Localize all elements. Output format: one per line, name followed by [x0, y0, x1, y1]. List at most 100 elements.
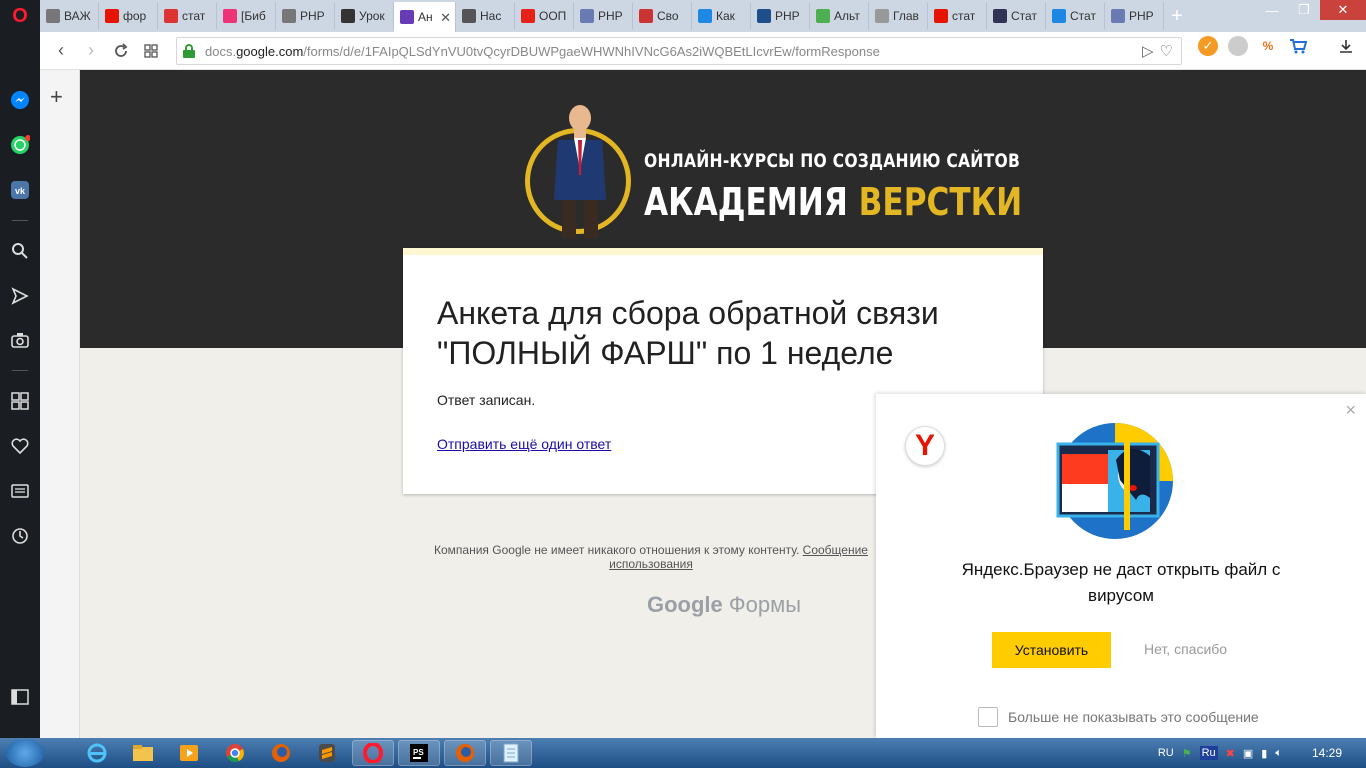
brand-google: Google — [647, 592, 723, 617]
start-button[interactable] — [6, 739, 44, 767]
youtube-icon — [521, 9, 535, 23]
url-domain: google.com — [236, 43, 304, 59]
whatsapp-icon[interactable] — [9, 134, 31, 156]
notepad-icon[interactable] — [490, 740, 532, 766]
logo-subtitle: ОНЛАЙН-КУРСЫ ПО СОЗДАНИЮ САЙТОВ — [644, 150, 1021, 172]
submit-another-response-link[interactable]: Отправить ещё один ответ — [437, 436, 611, 452]
network-warning-icon[interactable]: ✖ — [1226, 747, 1235, 760]
logo-title-word2: ВЕРСТКИ — [858, 180, 1023, 224]
tab[interactable]: PHP — [1105, 2, 1164, 30]
file-explorer-icon[interactable] — [122, 740, 164, 766]
camera-icon[interactable] — [9, 329, 31, 351]
firefox-open-icon[interactable] — [444, 740, 486, 766]
tab[interactable]: Стат — [1046, 2, 1105, 30]
google-forms-brand[interactable]: Google Формы — [647, 592, 801, 618]
decline-button[interactable]: Нет, спасибо — [1144, 641, 1227, 657]
tab[interactable]: Сво — [633, 2, 692, 30]
news-icon[interactable] — [9, 480, 31, 502]
search-icon[interactable] — [9, 240, 31, 262]
signal-icon[interactable]: ▮ — [1261, 747, 1267, 760]
tab[interactable]: PHP — [276, 2, 335, 30]
gc-icon — [341, 9, 355, 23]
messenger-icon[interactable] — [9, 89, 31, 111]
tab-title: Урок — [359, 9, 385, 23]
tab[interactable]: фор — [99, 2, 158, 30]
back-button[interactable]: ‹ — [46, 36, 76, 66]
volume-icon[interactable]: 🔈︎ — [1275, 747, 1282, 760]
tab[interactable]: ООП — [515, 2, 574, 30]
tab-title: PHP — [1129, 9, 1154, 23]
vk-icon[interactable]: vk — [9, 179, 31, 201]
add-panel-button[interactable]: + — [50, 84, 63, 110]
tab[interactable]: PHP — [574, 2, 633, 30]
opera-taskbar-icon[interactable] — [352, 740, 394, 766]
tab[interactable]: Альт — [810, 2, 869, 30]
language-indicator[interactable]: RU — [1158, 747, 1174, 759]
tabs-overview-button[interactable] — [136, 36, 166, 66]
sidebar-divider — [12, 370, 28, 371]
google-forms-icon — [400, 10, 414, 24]
logo-title-word1: АКАДЕМИЯ — [644, 180, 848, 224]
reload-button[interactable] — [106, 36, 136, 66]
tab[interactable]: Урок — [335, 2, 394, 30]
new-tab-button[interactable]: + — [1164, 2, 1190, 30]
vpn-extension-icon[interactable]: ✓ — [1198, 36, 1218, 56]
url-input[interactable]: docs. google.com/forms/d/e/1FAIpQLSdYnVU0… — [176, 37, 1182, 65]
color-wheel-icon — [223, 9, 237, 23]
tab-close-icon[interactable]: ✕ — [440, 10, 451, 26]
tab-title: Сво — [657, 9, 679, 23]
forward-button[interactable]: › — [76, 36, 106, 66]
tab[interactable]: PHP — [751, 2, 810, 30]
firefox-icon[interactable] — [260, 740, 302, 766]
history-icon[interactable] — [9, 525, 31, 547]
yandex-logo-icon: Y — [905, 426, 945, 466]
tab[interactable]: стат — [928, 2, 987, 30]
maximize-button[interactable]: ❐ — [1288, 0, 1320, 20]
keyboard-layout[interactable]: Ru — [1199, 746, 1218, 760]
percent-extension-icon[interactable]: % — [1258, 36, 1278, 56]
tz-icon — [698, 9, 712, 23]
cart-extension-icon[interactable] — [1288, 36, 1308, 56]
tab[interactable]: ВАЖ — [40, 2, 99, 30]
yandex-icon — [105, 9, 119, 23]
yandex-browser-popup: × Y Яндекс.Браузер не даст открыть файл … — [876, 394, 1366, 738]
send-icon[interactable] — [9, 285, 31, 307]
media-player-icon[interactable] — [168, 740, 210, 766]
tab[interactable]: [Биб — [217, 2, 276, 30]
bookmark-heart-icon[interactable]: ♡ — [1160, 42, 1173, 60]
sidebar-toggle-icon[interactable] — [9, 686, 31, 708]
flag-icon[interactable]: ⚑ — [1182, 747, 1192, 760]
google-disclaimer: Компания Google не имеет никакого отноше… — [416, 543, 886, 571]
speed-dial-icon[interactable] — [9, 390, 31, 412]
gray-extension-icon[interactable] — [1228, 36, 1248, 56]
close-icon[interactable]: × — [1345, 400, 1356, 421]
tab[interactable]: стат — [158, 2, 217, 30]
sublime-text-icon[interactable] — [306, 740, 348, 766]
opera-logo-icon[interactable]: O — [8, 5, 32, 27]
tab[interactable]: Стат — [987, 2, 1046, 30]
terms-link[interactable]: использования — [609, 557, 693, 571]
tab-title: ООП — [539, 9, 567, 23]
php-icon — [580, 9, 594, 23]
chrome-icon[interactable] — [214, 740, 256, 766]
dont-show-checkbox[interactable] — [978, 707, 998, 727]
close-window-button[interactable]: ✕ — [1320, 0, 1366, 20]
heart-icon[interactable] — [9, 435, 31, 457]
clock[interactable]: 14:29 — [1312, 746, 1342, 760]
report-abuse-link[interactable]: Сообщение — [803, 543, 868, 557]
internet-explorer-icon[interactable] — [76, 740, 118, 766]
download-icon[interactable] — [1336, 36, 1356, 56]
tab[interactable]: Нас — [456, 2, 515, 30]
send-page-icon[interactable]: ▷ — [1142, 42, 1154, 60]
tab[interactable]: Как — [692, 2, 751, 30]
tab-active[interactable]: Ан ✕ — [394, 2, 456, 32]
install-button[interactable]: Установить — [992, 632, 1111, 668]
tab-title: стат — [952, 9, 976, 23]
phpstorm-icon[interactable]: PS — [398, 740, 440, 766]
minimize-button[interactable]: — — [1256, 0, 1288, 20]
tab-title: Глав — [893, 9, 919, 23]
system-tray: RU ⚑ Ru ✖ ▣ ▮ 🔈︎ 14:29 — [1158, 738, 1366, 768]
tab[interactable]: Глав — [869, 2, 928, 30]
device-icon[interactable]: ▣ — [1243, 747, 1253, 760]
mail-icon — [462, 9, 476, 23]
